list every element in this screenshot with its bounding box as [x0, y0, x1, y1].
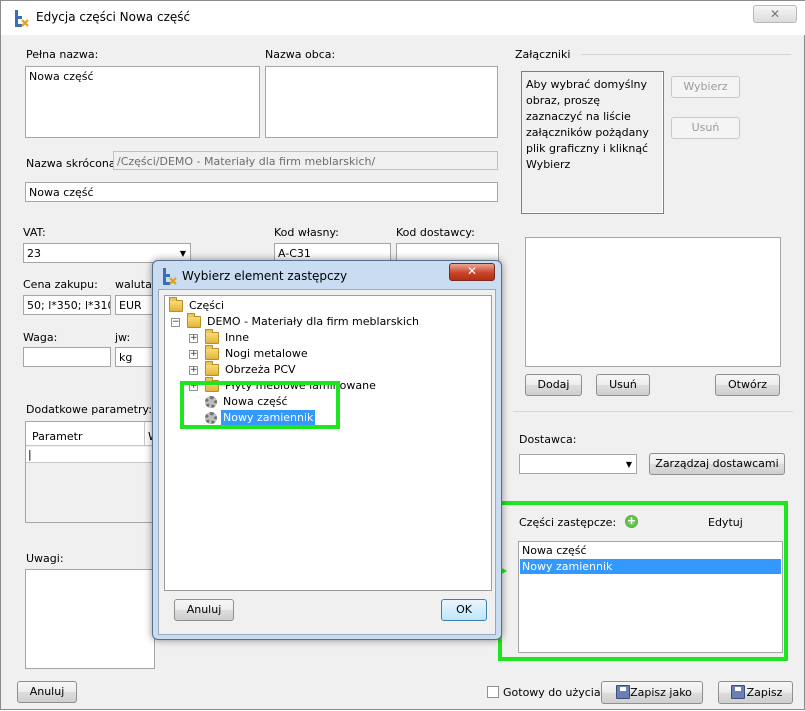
highlight-box-tree-items [180, 381, 340, 429]
tree-label: Nogi metalowe [225, 347, 308, 360]
folder-icon [187, 313, 201, 328]
select-substitute-dialog: Wybierz element zastępczy ✕ Części − DEM… [152, 260, 502, 640]
parts-tree[interactable]: Części − DEMO - Materiały dla firm mebla… [164, 295, 492, 591]
expand-icon[interactable]: + [189, 350, 198, 359]
folder-icon [205, 361, 219, 376]
dialog-title: Wybierz element zastępczy [182, 269, 348, 283]
tree-label: Części [189, 299, 225, 312]
expand-icon[interactable]: + [189, 366, 198, 375]
dialog-ok-button[interactable]: OK [441, 599, 487, 621]
expand-icon[interactable]: + [189, 334, 198, 343]
dialog-cancel-button[interactable]: Anuluj [174, 599, 234, 621]
tree-label: Inne [225, 331, 249, 344]
folder-icon [169, 297, 183, 312]
tree-node-folder[interactable]: + Nogi metalowe [189, 345, 489, 362]
tree-node-demo[interactable]: − DEMO - Materiały dla firm meblarskich [171, 313, 491, 330]
tree-node-folder[interactable]: + Inne [189, 329, 489, 346]
collapse-icon[interactable]: − [171, 318, 180, 327]
folder-icon [205, 329, 219, 344]
dialog-close-button[interactable]: ✕ [449, 263, 495, 281]
dialog-logo-icon [163, 268, 177, 285]
tree-node-folder[interactable]: + Obrzeża PCV [189, 361, 489, 378]
tree-label: DEMO - Materiały dla firm meblarskich [207, 315, 420, 328]
folder-icon [205, 345, 219, 360]
tree-label: Obrzeża PCV [225, 363, 296, 376]
dialog-body: Części − DEMO - Materiały dla firm mebla… [158, 289, 496, 635]
